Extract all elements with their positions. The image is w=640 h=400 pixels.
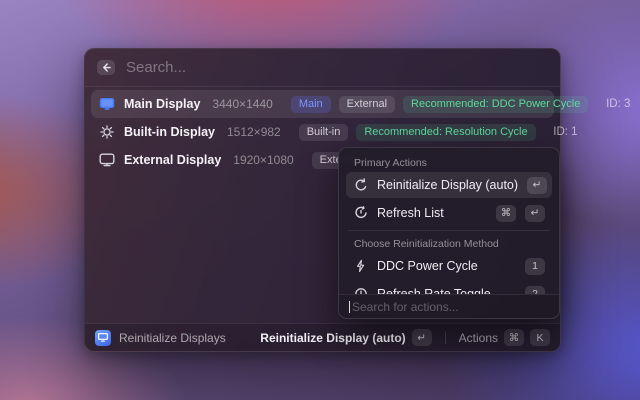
keycap-2: 2 (525, 286, 545, 295)
back-button[interactable] (97, 60, 115, 75)
actions-menu-button[interactable]: Actions ⌘ K (459, 329, 550, 346)
tag-external: External (339, 96, 395, 113)
builtin-display-icon (99, 125, 115, 139)
keycap-cmd: ⌘ (496, 205, 516, 222)
keycap-return: ↵ (412, 329, 432, 346)
launcher-window: Search... Main Display 3440×1440 Main Ex… (84, 48, 561, 352)
footer-primary-label: Reinitialize Display (auto) (260, 331, 405, 345)
footer-primary-action[interactable]: Reinitialize Display (auto) ↵ (260, 329, 431, 346)
keycap-1: 1 (525, 258, 545, 275)
action-label: Reinitialize Display (auto) (377, 178, 518, 192)
display-icon (99, 97, 115, 111)
tag-recommended: Recommended: Resolution Cycle (356, 124, 535, 141)
actions-list: Primary Actions Reinitialize Display (au… (339, 148, 559, 294)
footer-divider (445, 331, 446, 344)
actions-popup: Primary Actions Reinitialize Display (au… (338, 147, 560, 319)
display-outline-icon (99, 153, 115, 167)
list-item-main-display[interactable]: Main Display 3440×1440 Main External Rec… (91, 90, 554, 118)
footer-app-name: Reinitialize Displays (119, 331, 226, 345)
actions-search-input[interactable]: Search for actions... (352, 300, 459, 314)
display-name: Built-in Display (124, 125, 215, 139)
section-header-reinit-method: Choose Reinitialization Method (346, 235, 552, 253)
refresh-icon (353, 206, 368, 220)
display-id: ID: 3 (602, 98, 630, 110)
display-name: External Display (124, 153, 221, 167)
tag-builtin: Built-in (299, 124, 349, 141)
list-item-builtin-display[interactable]: Built-in Display 1512×982 Built-in Recom… (91, 118, 554, 146)
search-input[interactable]: Search... (126, 59, 186, 76)
rotate-clockwise-icon (353, 178, 368, 192)
actions-menu-label: Actions (459, 331, 498, 345)
display-id: ID: 1 (550, 126, 578, 138)
keycap-return: ↵ (527, 177, 547, 194)
clock-icon (353, 287, 368, 294)
display-name: Main Display (124, 97, 200, 111)
bolt-icon (353, 259, 368, 273)
tag-main: Main (291, 96, 331, 113)
display-resolution: 1512×982 (227, 125, 281, 139)
action-label: DDC Power Cycle (377, 259, 516, 273)
keycap-k: K (530, 329, 550, 346)
arrow-left-icon (101, 62, 112, 73)
tag-recommended: Recommended: DDC Power Cycle (403, 96, 588, 113)
footer-bar: Reinitialize Displays Reinitialize Displ… (85, 323, 560, 351)
panel-divider (348, 230, 550, 231)
keycap-return: ↵ (525, 205, 545, 222)
actions-search-bar[interactable]: Search for actions... (339, 294, 559, 318)
app-icon (95, 330, 111, 346)
section-header-primary-actions: Primary Actions (346, 154, 552, 172)
action-reinitialize-display-auto[interactable]: Reinitialize Display (auto) ↵ (346, 172, 552, 198)
action-refresh-list[interactable]: Refresh List ⌘ ↵ (346, 200, 552, 226)
action-ddc-power-cycle[interactable]: DDC Power Cycle 1 (346, 253, 552, 279)
keycap-cmd: ⌘ (504, 329, 524, 346)
text-caret (349, 301, 350, 313)
action-refresh-rate-toggle[interactable]: Refresh Rate Toggle 2 (346, 281, 552, 294)
action-label: Refresh Rate Toggle (377, 287, 516, 294)
search-bar: Search... (85, 49, 560, 87)
action-label: Refresh List (377, 206, 487, 220)
display-resolution: 3440×1440 (212, 97, 272, 111)
display-resolution: 1920×1080 (233, 153, 293, 167)
